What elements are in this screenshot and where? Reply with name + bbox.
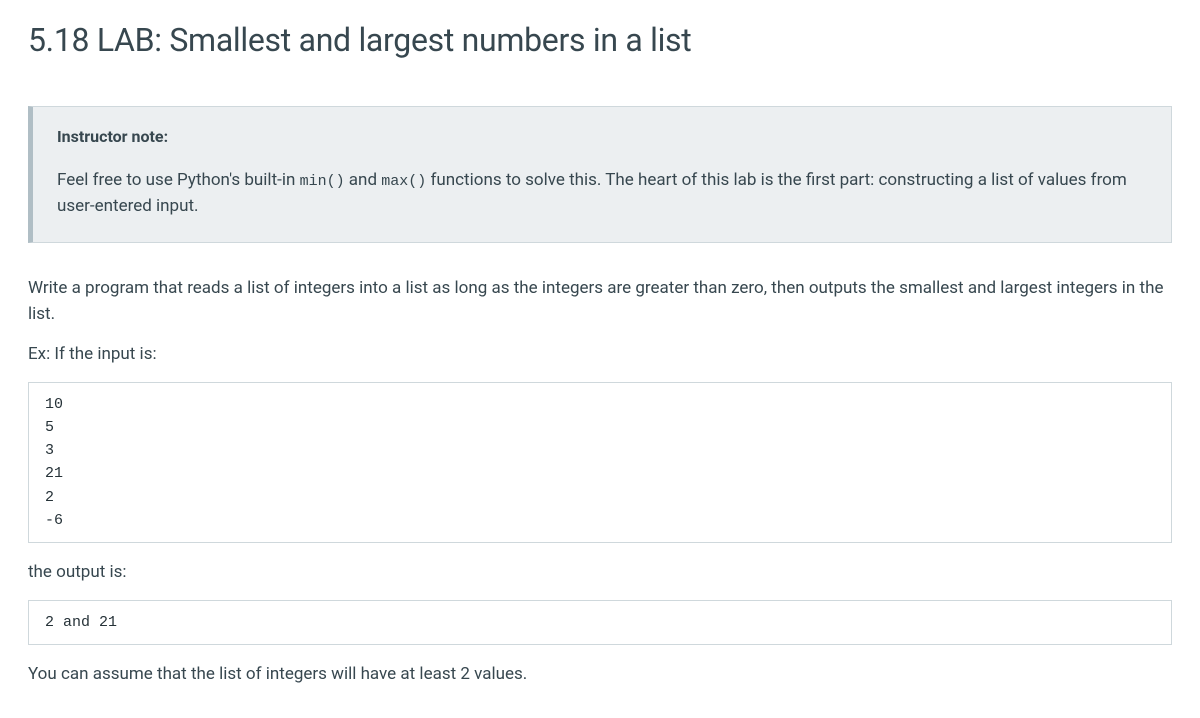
output-code-block: 2 and 21 [28,600,1172,645]
note-text-1: Feel free to use Python's built-in [57,170,300,190]
instructor-note-body: Feel free to use Python's built-in min()… [57,167,1147,220]
code-min: min() [300,173,345,190]
assumption-note: You can assume that the list of integers… [28,661,1172,687]
code-max: max() [381,173,426,190]
input-code-block: 10 5 3 21 2 -6 [28,382,1172,544]
instructor-note-heading: Instructor note: [57,125,1147,149]
instructor-note: Instructor note: Feel free to use Python… [28,106,1172,243]
output-intro: the output is: [28,559,1172,585]
note-text-2: and [345,170,382,190]
problem-description: Write a program that reads a list of int… [28,275,1172,328]
page-title: 5.18 LAB: Smallest and largest numbers i… [28,16,1172,64]
example-intro: Ex: If the input is: [28,341,1172,367]
